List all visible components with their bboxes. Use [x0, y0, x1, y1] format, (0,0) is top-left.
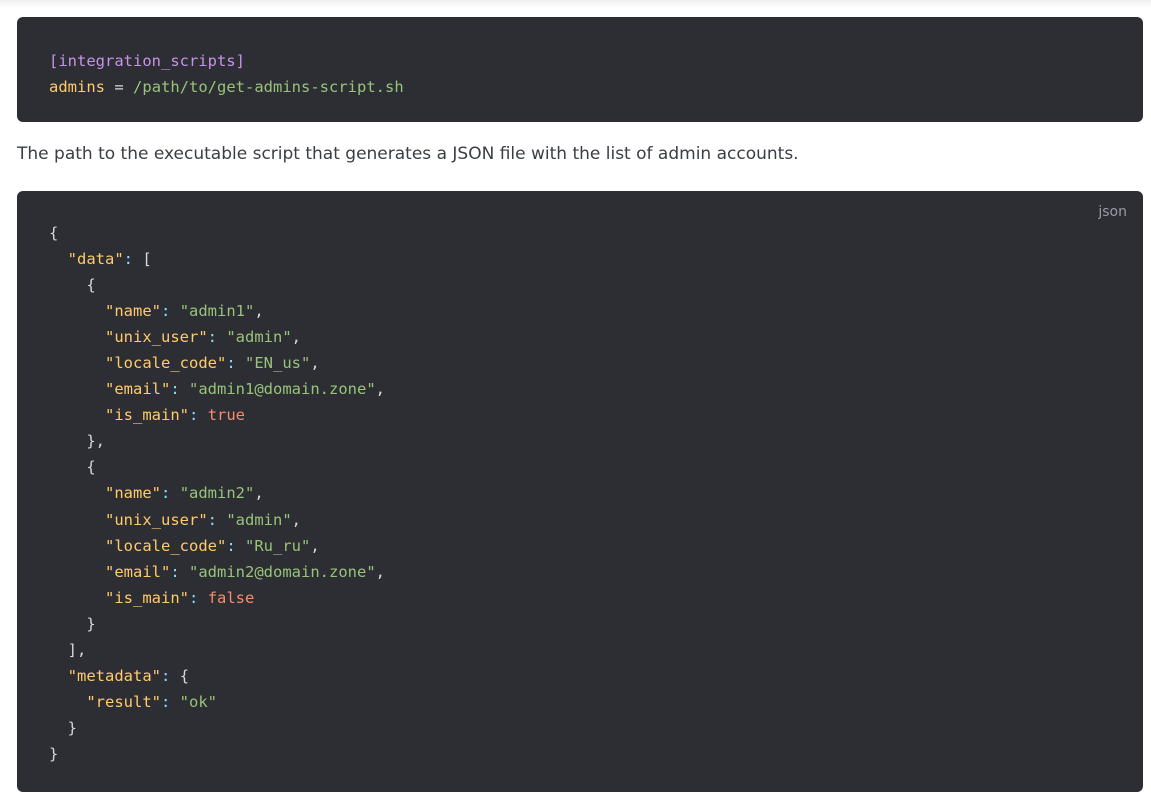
json-value-name: "admin2"	[179, 484, 255, 503]
json-comma: ,	[375, 380, 385, 399]
code-line: "name": "admin2",	[49, 480, 1143, 506]
code-line: }	[49, 741, 1143, 767]
json-key-unix-user: "unix_user"	[105, 328, 208, 347]
json-brace: {	[179, 666, 190, 685]
code-line: "result": "ok"	[49, 689, 1143, 715]
ini-code-block: [integration_scripts] admins = /path/to/…	[17, 17, 1143, 122]
json-brace: }	[86, 614, 96, 633]
json-value-locale-code: "Ru_ru"	[245, 536, 311, 555]
json-key-data: "data"	[67, 250, 124, 269]
json-comma: ,	[291, 510, 302, 529]
json-value-is-main: true	[207, 406, 246, 425]
code-line: "email": "admin2@domain.zone",	[49, 559, 1143, 585]
json-value-is-main: false	[207, 588, 255, 607]
json-brace: {	[86, 276, 96, 295]
json-colon: :	[226, 354, 236, 373]
json-key-name: "name"	[105, 302, 161, 321]
json-value-locale-code: "EN_us"	[245, 354, 311, 373]
ini-section-line: [integration_scripts]	[49, 48, 1143, 74]
json-key-is-main: "is_main"	[105, 588, 189, 607]
json-value-unix-user: "admin"	[226, 510, 292, 529]
json-brace: {	[49, 224, 59, 242]
json-colon: :	[161, 666, 171, 685]
json-key-name: "name"	[105, 484, 161, 503]
json-key-locale-code: "locale_code"	[105, 536, 227, 555]
json-colon: :	[123, 250, 134, 269]
code-line: {	[49, 220, 1143, 246]
code-line: "name": "admin1",	[49, 298, 1143, 324]
json-brace: }	[67, 718, 78, 737]
json-key-locale-code: "locale_code"	[105, 354, 227, 373]
code-line: "email": "admin1@domain.zone",	[49, 376, 1143, 402]
json-colon: :	[160, 692, 171, 711]
code-line: }	[49, 611, 1143, 637]
json-comma: ,	[291, 328, 302, 347]
ini-operator: =	[114, 78, 124, 96]
json-colon: :	[161, 302, 171, 321]
ini-assignment-line: admins = /path/to/get-admins-script.sh	[49, 74, 1143, 100]
json-value-email: "admin1@domain.zone"	[189, 380, 376, 399]
code-line: "data": [	[49, 246, 1143, 272]
code-line: "metadata": {	[49, 663, 1143, 689]
json-key-is-main: "is_main"	[105, 406, 189, 425]
code-line: {	[49, 454, 1143, 480]
json-bracket: ],	[67, 640, 87, 659]
code-line: "locale_code": "EN_us",	[49, 350, 1143, 376]
json-colon: :	[189, 588, 199, 607]
json-colon: :	[170, 562, 180, 581]
code-line: ],	[49, 637, 1143, 663]
json-colon: :	[226, 536, 236, 555]
json-value-result: "ok"	[179, 692, 217, 711]
json-key-email: "email"	[105, 562, 171, 581]
json-comma: ,	[375, 562, 385, 581]
json-key-result: "result"	[86, 692, 161, 711]
json-value-email: "admin2@domain.zone"	[189, 562, 376, 581]
code-line: "is_main": false	[49, 585, 1143, 611]
ini-value: /path/to/get-admins-script.sh	[133, 78, 404, 96]
json-value-unix-user: "admin"	[226, 328, 292, 347]
json-key-email: "email"	[105, 380, 171, 399]
code-line: },	[49, 428, 1143, 454]
json-code-block: json { "data": [ { "name": "admin1", "un…	[17, 191, 1143, 792]
ini-key: admins	[49, 78, 105, 96]
json-comma: ,	[254, 484, 264, 503]
code-line: }	[49, 715, 1143, 741]
json-comma: ,	[254, 302, 264, 321]
code-line: "unix_user": "admin",	[49, 507, 1143, 533]
json-colon: :	[207, 510, 217, 529]
json-comma: ,	[310, 536, 320, 555]
json-colon: :	[161, 484, 171, 503]
json-brace: },	[86, 432, 105, 451]
json-key-metadata: "metadata"	[67, 666, 161, 685]
json-brace: {	[86, 458, 96, 477]
json-bracket: [	[142, 250, 152, 269]
json-colon: :	[170, 380, 180, 399]
json-brace: }	[49, 744, 59, 763]
json-colon: :	[189, 406, 199, 425]
code-line: {	[49, 272, 1143, 298]
top-shadow	[0, 0, 1151, 8]
code-line: "is_main": true	[49, 402, 1143, 428]
json-comma: ,	[310, 354, 320, 373]
json-key-unix-user: "unix_user"	[105, 510, 208, 529]
description-text: The path to the executable script that g…	[17, 144, 799, 164]
json-colon: :	[207, 328, 217, 347]
ini-section: [integration_scripts]	[49, 52, 245, 70]
code-line: "locale_code": "Ru_ru",	[49, 533, 1143, 559]
language-label: json	[1098, 204, 1127, 220]
json-value-name: "admin1"	[179, 302, 255, 321]
code-line: "unix_user": "admin",	[49, 324, 1143, 350]
